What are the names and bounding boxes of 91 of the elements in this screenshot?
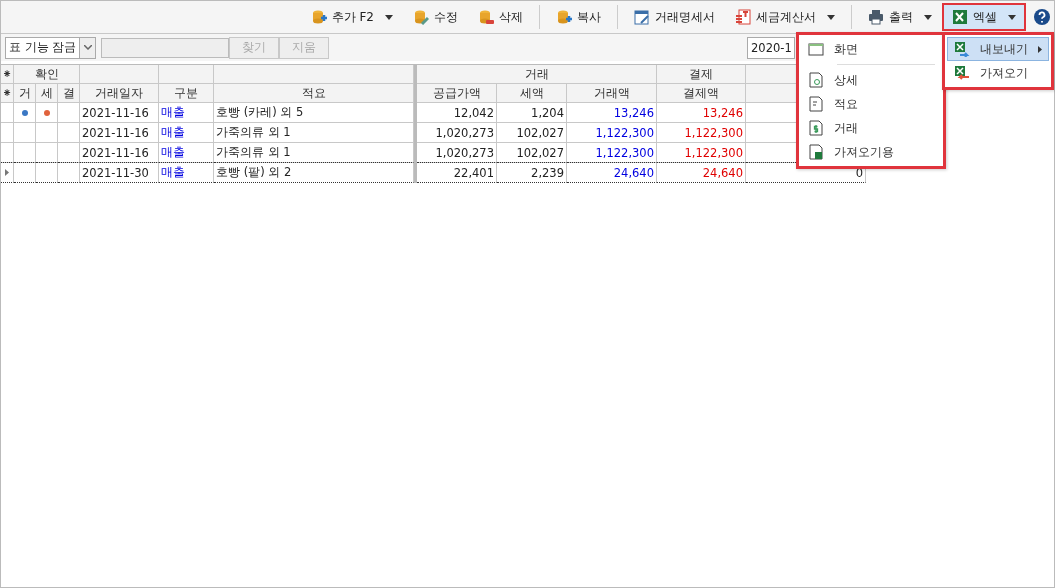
group-header: 거래	[417, 65, 657, 84]
table-cell: 1,020,273	[417, 143, 497, 163]
table-cell: 1,204	[497, 103, 567, 123]
table-cell: 102,027	[497, 143, 567, 163]
table-cell: 매출	[159, 103, 214, 123]
toolbar-button[interactable]: 삭제	[468, 3, 533, 31]
group-header: 결제	[657, 65, 746, 84]
column-header: 거래일자	[80, 84, 159, 103]
column-header: 거	[14, 84, 36, 103]
coins-minus-icon	[478, 9, 494, 25]
column-header: 결	[58, 84, 80, 103]
table-cell: 2021-11-16	[80, 103, 159, 123]
caret-icon	[385, 14, 393, 20]
spreadsheet-icon	[952, 9, 968, 25]
table-cell	[58, 123, 80, 143]
toolbar-button[interactable]: 추가 F2	[300, 3, 403, 31]
table-cell: 2021-11-16	[80, 143, 159, 163]
column-header: 결제액	[657, 84, 746, 103]
table-cell: 2,239	[497, 162, 567, 183]
toolbar-button[interactable]: 복사	[546, 3, 611, 31]
table-cell: 24,640	[657, 162, 746, 183]
spreadsheet-import-icon	[954, 65, 970, 81]
table-cell: 13,246	[567, 103, 657, 123]
toolbar-button[interactable]: 출력	[858, 3, 942, 31]
table-cell: 22,401	[417, 162, 497, 183]
table-cell: 호빵 (카레) 외 5	[214, 103, 414, 123]
table-cell	[58, 162, 80, 183]
table-cell: 매출	[159, 123, 214, 143]
table-cell: 12,042	[417, 103, 497, 123]
table-cell	[58, 143, 80, 163]
table-cell	[36, 162, 58, 183]
table-cell: 1,122,300	[567, 123, 657, 143]
table-cell: 1,122,300	[567, 143, 657, 163]
printer-icon	[868, 9, 884, 25]
document-pen-icon	[634, 9, 650, 25]
menu-item[interactable]: 가져오기	[947, 61, 1049, 85]
table-cell: 102,027	[497, 123, 567, 143]
spreadsheet-export-icon	[954, 41, 970, 57]
help-icon[interactable]	[1034, 9, 1050, 25]
table-cell: 24,640	[567, 162, 657, 183]
menu-item[interactable]: 화면	[801, 37, 941, 61]
current-row-icon	[5, 169, 9, 176]
toolbar-button[interactable]: 세금계산서	[725, 3, 845, 31]
coins-pencil-icon	[413, 9, 429, 25]
document-magnifier-icon	[808, 72, 824, 88]
table-cell	[14, 143, 36, 163]
column-header: 세	[36, 84, 58, 103]
toolbar-button[interactable]: 수정	[403, 3, 468, 31]
table-cell	[14, 162, 36, 183]
header-corner: ⁕	[1, 65, 14, 84]
caret-icon	[1008, 14, 1016, 20]
table-cell	[36, 143, 58, 163]
toolbar-button[interactable]: 거래명세서	[624, 3, 725, 31]
column-header: 적요	[214, 84, 414, 103]
document-icon	[808, 96, 824, 112]
table-cell: 13,246	[657, 103, 746, 123]
menu-item[interactable]: 적요	[801, 92, 941, 116]
coins-plus-icon	[556, 9, 572, 25]
table-cell: 호빵 (팥) 외 2	[214, 162, 414, 183]
table-cell: 매출	[159, 143, 214, 163]
table-cell: 1,122,300	[657, 123, 746, 143]
table-cell: 1,122,300	[657, 143, 746, 163]
table-cell: 1,020,273	[417, 123, 497, 143]
column-header: 공급가액	[417, 84, 497, 103]
column-header: 거래액	[567, 84, 657, 103]
caret-icon	[924, 14, 932, 20]
submenu-arrow-icon	[1038, 45, 1042, 53]
menu-item[interactable]: 내보내기	[947, 37, 1049, 61]
table-cell: 가죽의류 외 1	[214, 123, 414, 143]
column-header: 세액	[497, 84, 567, 103]
search-field[interactable]	[101, 37, 230, 58]
column-header: 구분	[159, 84, 214, 103]
spreadsheet-document-icon	[808, 144, 824, 160]
table-cell: 매출	[159, 162, 214, 183]
document-dollar-icon	[808, 120, 824, 136]
lock-select[interactable]: 표 기능 잠금	[5, 36, 97, 59]
caret-icon	[827, 14, 835, 20]
menu-item[interactable]: 가져오기용	[801, 140, 941, 164]
menu-item[interactable]: 거래	[801, 116, 941, 140]
date-field[interactable]: 2020-1	[747, 36, 795, 59]
table-cell: 2021-11-30	[80, 162, 159, 183]
toolbar-button[interactable]: 엑셀	[942, 3, 1026, 31]
row-indicator[interactable]	[1, 162, 14, 183]
window-icon	[808, 41, 824, 57]
table-cell: 2021-11-16	[80, 123, 159, 143]
chevron-down-icon	[83, 45, 92, 50]
header-corner: ⁕	[1, 84, 14, 103]
group-header: 확인	[14, 65, 80, 84]
tax-document-icon	[735, 9, 751, 25]
coins-plus-icon	[310, 9, 327, 25]
menu-item[interactable]: 상세	[801, 68, 941, 92]
